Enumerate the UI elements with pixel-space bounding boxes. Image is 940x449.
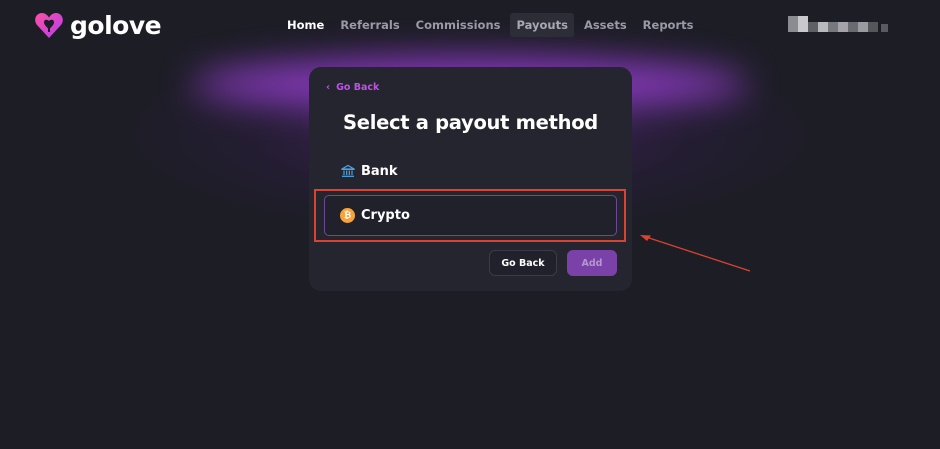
nav-payouts[interactable]: Payouts bbox=[510, 13, 574, 37]
user-menu-blurred[interactable] bbox=[788, 16, 888, 32]
nav-reports[interactable]: Reports bbox=[637, 13, 700, 37]
page: golove Home Referrals Commissions Payout… bbox=[0, 0, 940, 449]
go-back-link-label: Go Back bbox=[336, 82, 380, 93]
nav-referrals[interactable]: Referrals bbox=[334, 13, 405, 37]
brand-name: golove bbox=[70, 10, 162, 40]
main-nav: Home Referrals Commissions Payouts Asset… bbox=[281, 13, 699, 37]
add-button[interactable]: Add bbox=[567, 250, 617, 276]
chevron-left-icon: ‹ bbox=[326, 82, 331, 93]
payout-option-bank-label: Bank bbox=[361, 163, 398, 179]
nav-assets[interactable]: Assets bbox=[578, 13, 633, 37]
payout-method-card: ‹ Go Back Select a payout method Bank ₿ … bbox=[309, 67, 632, 291]
logo-heart-icon bbox=[35, 13, 63, 38]
bank-icon bbox=[341, 164, 355, 177]
nav-home[interactable]: Home bbox=[281, 13, 330, 37]
card-title: Select a payout method bbox=[343, 111, 598, 134]
nav-commissions[interactable]: Commissions bbox=[410, 13, 507, 37]
go-back-button[interactable]: Go Back bbox=[489, 250, 557, 276]
go-back-link[interactable]: ‹ Go Back bbox=[326, 82, 379, 93]
annotation-highlight-box bbox=[314, 189, 626, 242]
top-header: golove Home Referrals Commissions Payout… bbox=[0, 0, 940, 52]
logo[interactable]: golove bbox=[34, 10, 162, 40]
payout-option-bank[interactable]: Bank bbox=[341, 161, 398, 181]
